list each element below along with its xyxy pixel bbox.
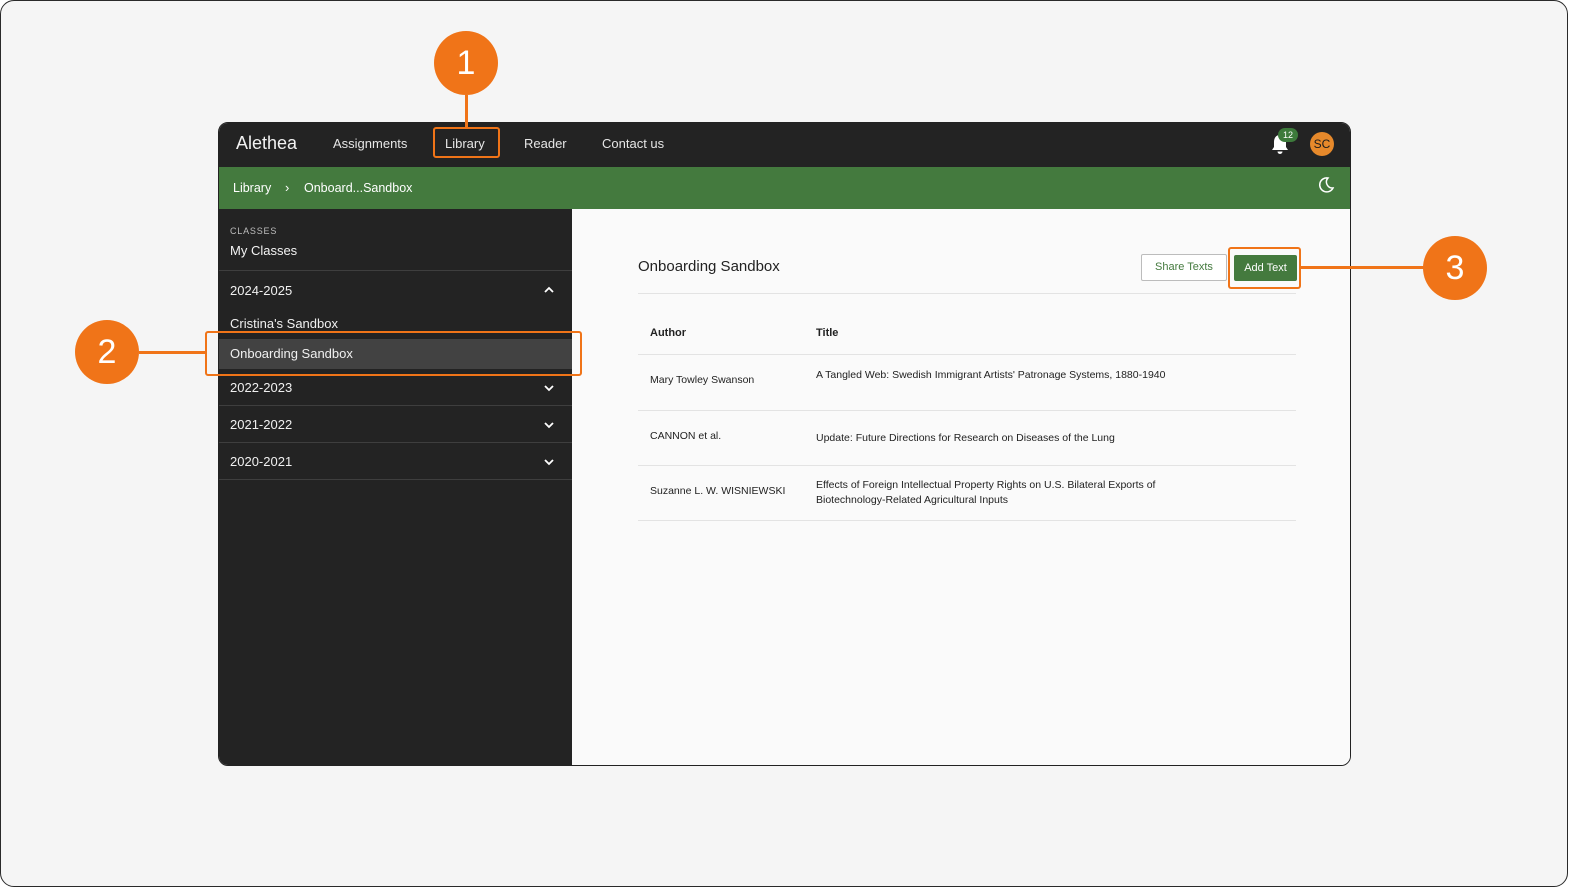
sidebar-item-cristinas-sandbox[interactable]: Cristina's Sandbox bbox=[230, 316, 338, 331]
sidebar-item-my-classes[interactable]: My Classes bbox=[230, 243, 297, 258]
moon-icon[interactable] bbox=[1317, 176, 1335, 194]
year-2024-2025[interactable]: 2024-2025 bbox=[230, 283, 292, 298]
title-cell[interactable]: Effects of Foreign Intellectual Property… bbox=[816, 478, 1191, 508]
divider bbox=[219, 270, 572, 271]
divider bbox=[219, 442, 572, 443]
divider bbox=[638, 410, 1296, 411]
sidebar: CLASSES My Classes 2024-2025 Cristina's … bbox=[219, 209, 572, 765]
divider bbox=[638, 354, 1296, 355]
nav-reader[interactable]: Reader bbox=[524, 136, 567, 151]
share-texts-button[interactable]: Share Texts bbox=[1141, 254, 1227, 281]
page-title: Onboarding Sandbox bbox=[638, 258, 780, 275]
divider bbox=[638, 465, 1296, 466]
breadcrumb: Library › Onboard...Sandbox bbox=[219, 167, 1350, 209]
title-cell[interactable]: Update: Future Directions for Research o… bbox=[816, 431, 1186, 446]
callout-1-connector bbox=[465, 95, 468, 128]
app-window: Alethea Assignments Library Reader Conta… bbox=[218, 122, 1351, 766]
brand-logo[interactable]: Alethea bbox=[236, 133, 297, 154]
callout-2-connector bbox=[139, 351, 206, 354]
chevron-up-icon[interactable] bbox=[543, 284, 555, 296]
column-header-author[interactable]: Author bbox=[650, 327, 686, 339]
author-cell: Mary Towley Swanson bbox=[650, 374, 755, 386]
breadcrumb-separator: › bbox=[285, 180, 290, 195]
divider bbox=[219, 405, 572, 406]
callout-2-highlight bbox=[205, 331, 582, 376]
main-content: Onboarding Sandbox Share Texts Add Text … bbox=[572, 209, 1350, 765]
breadcrumb-current: Onboard...Sandbox bbox=[304, 181, 413, 195]
chevron-down-icon[interactable] bbox=[543, 456, 555, 468]
column-header-title[interactable]: Title bbox=[816, 327, 838, 339]
chevron-down-icon[interactable] bbox=[543, 419, 555, 431]
callout-1: 1 bbox=[434, 31, 498, 95]
callout-2: 2 bbox=[75, 320, 139, 384]
nav-contact-us[interactable]: Contact us bbox=[602, 136, 664, 151]
year-2020-2021[interactable]: 2020-2021 bbox=[230, 454, 292, 469]
year-2022-2023[interactable]: 2022-2023 bbox=[230, 380, 292, 395]
callout-3-connector bbox=[1301, 266, 1424, 269]
callout-3-highlight bbox=[1228, 247, 1301, 289]
author-cell: Suzanne L. W. WISNIEWSKI bbox=[650, 485, 786, 497]
divider bbox=[219, 479, 572, 480]
top-navbar: Alethea Assignments Library Reader Conta… bbox=[219, 123, 1350, 167]
avatar[interactable]: SC bbox=[1310, 132, 1334, 156]
divider bbox=[638, 293, 1296, 294]
title-cell[interactable]: A Tangled Web: Swedish Immigrant Artists… bbox=[816, 368, 1186, 383]
nav-assignments[interactable]: Assignments bbox=[333, 136, 407, 151]
callout-1-highlight bbox=[433, 127, 500, 158]
breadcrumb-library[interactable]: Library bbox=[233, 181, 271, 195]
notification-badge: 12 bbox=[1278, 128, 1298, 142]
classes-section-label: CLASSES bbox=[230, 226, 278, 236]
divider bbox=[638, 520, 1296, 521]
author-cell: CANNON et al. bbox=[650, 430, 722, 442]
chevron-down-icon[interactable] bbox=[543, 382, 555, 394]
year-2021-2022[interactable]: 2021-2022 bbox=[230, 417, 292, 432]
callout-3: 3 bbox=[1423, 236, 1487, 300]
